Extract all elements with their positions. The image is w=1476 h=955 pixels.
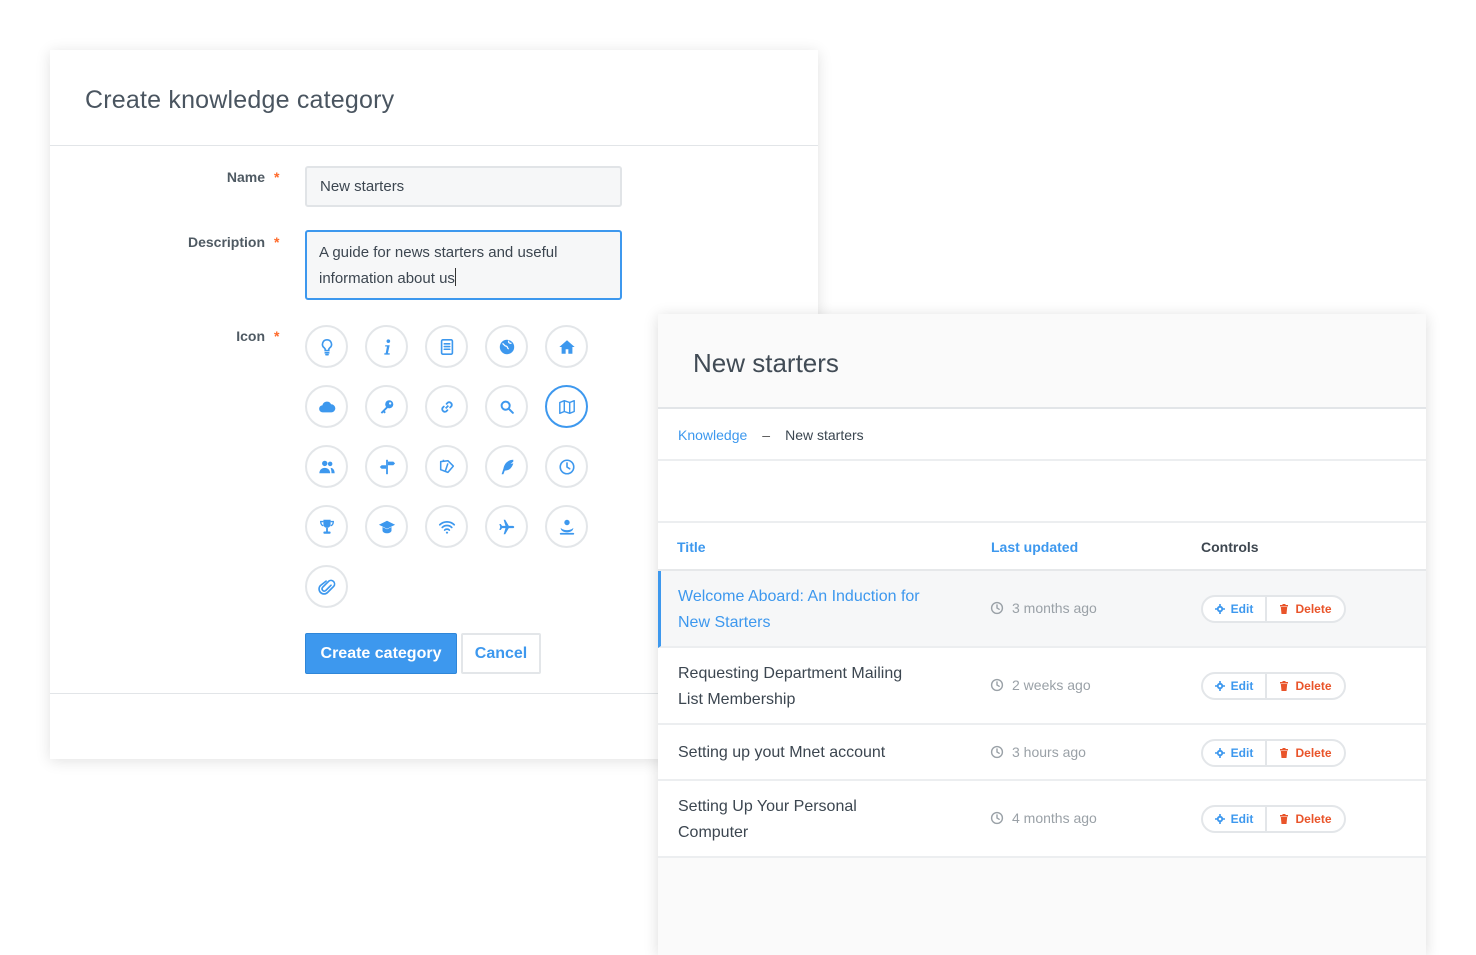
last-updated: 3 hours ago [990,744,1086,760]
table-row[interactable]: Setting up yout Mnet account 3 hours ago… [658,725,1426,781]
document-icon[interactable] [425,325,468,368]
clock-icon [990,678,1004,692]
icon-label: Icon [236,328,265,344]
clock-icon [990,811,1004,825]
clock-icon [990,745,1004,759]
page-title: Create knowledge category [85,86,395,114]
clock-icon [990,601,1004,615]
trash-icon [1280,604,1289,614]
delete-label: Delete [1295,746,1332,760]
cancel-button[interactable]: Cancel [461,633,541,674]
last-updated: 4 months ago [990,810,1097,826]
edit-button[interactable]: Edit [1203,674,1267,698]
search-icon[interactable] [485,385,528,428]
last-updated: 3 months ago [990,600,1097,616]
paperclip-icon[interactable] [305,565,348,608]
last-updated: 2 weeks ago [990,677,1091,693]
category-view-card: New starters Knowledge – New starters Ti… [658,314,1426,955]
row-controls: Edit Delete [1201,805,1346,833]
key-icon[interactable] [365,385,408,428]
tags-icon[interactable] [425,445,468,488]
feather-icon[interactable] [485,445,528,488]
clock-icon[interactable] [545,445,588,488]
breadcrumb-current: New starters [785,427,864,443]
trash-icon [1280,814,1289,824]
required-mark: * [274,328,280,344]
last-updated-text: 3 months ago [1012,600,1097,616]
users-icon[interactable] [305,445,348,488]
delete-label: Delete [1295,679,1332,693]
column-last-updated-sort[interactable]: Last updated [991,539,1078,555]
cloud-icon[interactable] [305,385,348,428]
delete-button[interactable]: Delete [1267,674,1344,698]
last-updated-text: 3 hours ago [1012,744,1086,760]
wifi-icon[interactable] [425,505,468,548]
table-row[interactable]: Requesting Department Mailing List Membe… [658,648,1426,725]
trash-icon [1280,681,1289,691]
trophy-icon[interactable] [305,505,348,548]
breadcrumb-separator: – [762,427,771,443]
article-title-link[interactable]: Setting Up Your Personal Computer [678,794,928,846]
lightbulb-icon[interactable] [305,325,348,368]
signpost-icon[interactable] [365,445,408,488]
gear-icon [1214,748,1225,758]
category-title: New starters [693,348,839,378]
edit-label: Edit [1230,746,1254,760]
name-input[interactable]: New starters [305,166,622,207]
info-icon[interactable] [365,325,408,368]
column-title-sort[interactable]: Title [677,539,706,555]
required-mark: * [274,234,280,250]
table-header: Title Last updated Controls [658,523,1426,571]
description-label: Description [187,234,265,250]
gear-icon [1214,814,1225,824]
table-row[interactable]: Welcome Aboard: An Induction for New Sta… [658,571,1426,648]
edit-button[interactable]: Edit [1203,597,1267,621]
column-controls: Controls [1201,539,1259,555]
table-row[interactable]: Setting Up Your Personal Computer 4 mont… [658,781,1426,858]
last-updated-text: 2 weeks ago [1012,677,1091,693]
edit-button[interactable]: Edit [1203,807,1267,831]
trash-icon [1280,748,1289,758]
text-caret [454,268,456,286]
toolbar-area [658,461,1426,523]
home-icon[interactable] [545,325,588,368]
airplane-icon[interactable] [485,505,528,548]
delete-button[interactable]: Delete [1267,741,1344,765]
edit-label: Edit [1230,679,1254,693]
delete-label: Delete [1295,812,1332,826]
delete-label: Delete [1295,602,1332,616]
breadcrumb: Knowledge – New starters [658,409,1426,461]
lifebuoy-icon[interactable] [545,505,588,548]
edit-label: Edit [1230,602,1254,616]
breadcrumb-knowledge-link[interactable]: Knowledge [678,427,747,459]
article-title-link[interactable]: Setting up yout Mnet account [678,740,978,766]
description-textarea[interactable]: A guide for news starters and useful inf… [305,230,622,300]
article-title-link[interactable]: Welcome Aboard: An Induction for New Sta… [678,584,928,636]
map-icon[interactable] [545,385,588,428]
card-header: Create knowledge category [50,50,818,146]
link-icon[interactable] [425,385,468,428]
gear-icon [1214,604,1225,614]
edit-button[interactable]: Edit [1203,741,1267,765]
edit-label: Edit [1230,812,1254,826]
create-category-button[interactable]: Create category [305,633,457,674]
article-title-link[interactable]: Requesting Department Mailing List Membe… [678,661,928,713]
graduation-cap-icon[interactable] [365,505,408,548]
row-controls: Edit Delete [1201,595,1346,623]
description-text: A guide for news starters and useful inf… [319,244,558,287]
delete-button[interactable]: Delete [1267,597,1344,621]
gear-icon [1214,681,1225,691]
row-controls: Edit Delete [1201,672,1346,700]
last-updated-text: 4 months ago [1012,810,1097,826]
row-controls: Edit Delete [1201,739,1346,767]
category-header: New starters [658,314,1426,409]
delete-button[interactable]: Delete [1267,807,1344,831]
required-mark: * [274,169,280,185]
globe-icon[interactable] [485,325,528,368]
name-label: Name [226,169,265,185]
